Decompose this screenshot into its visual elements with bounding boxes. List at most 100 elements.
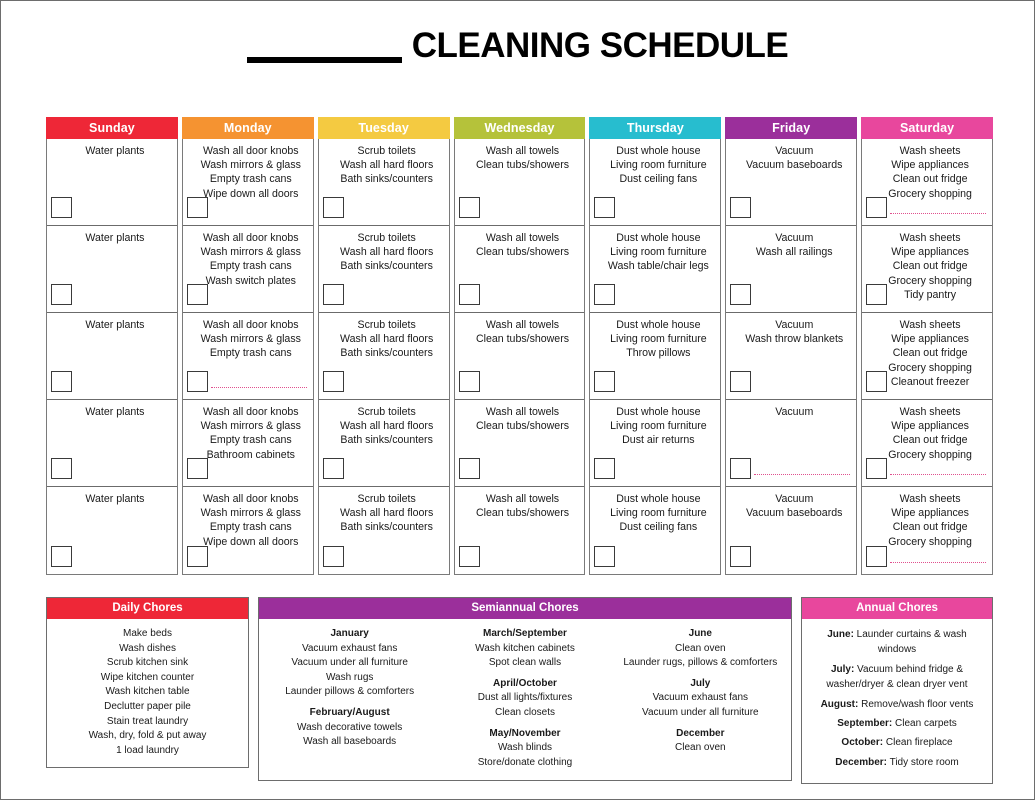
task-list: Wash all door knobs Wash mirrors & glass E… bbox=[188, 492, 308, 549]
task-checkbox[interactable] bbox=[866, 546, 888, 567]
task-checkbox[interactable] bbox=[458, 284, 480, 305]
task-item: Vacuum baseboards bbox=[746, 159, 843, 172]
day-header-friday: Friday bbox=[725, 117, 858, 139]
schedule-cell: Dust whole house Living room furniture Thr… bbox=[590, 313, 721, 400]
task-checkbox[interactable] bbox=[322, 284, 344, 305]
schedule-cell: Wash sheets Wipe appliances Clean out frid… bbox=[862, 313, 993, 400]
task-checkbox[interactable] bbox=[594, 197, 616, 218]
task-checkbox[interactable] bbox=[51, 197, 72, 218]
task-item: Wash all hard floors bbox=[340, 507, 434, 520]
annual-chores-title: Annual Chores bbox=[802, 598, 992, 619]
semiannual-chore-item: Wash all baseboards bbox=[303, 736, 397, 748]
schedule-cell: Dust whole house Living room furniture Dus… bbox=[590, 400, 721, 487]
task-list: Scrub toilets Wash all hard floors Bath si… bbox=[324, 318, 444, 361]
task-item: Wipe appliances bbox=[891, 507, 969, 520]
task-item: Wipe appliances bbox=[891, 333, 969, 346]
annual-chore-month: August: bbox=[820, 698, 859, 710]
task-checkbox[interactable] bbox=[186, 458, 208, 479]
dotted-separator bbox=[890, 474, 987, 475]
task-checkbox[interactable] bbox=[51, 284, 72, 305]
day-header-tuesday: Tuesday bbox=[317, 117, 450, 139]
task-item: Empty trash cans bbox=[209, 260, 292, 273]
day-body: Water plants Water plants Water plants Wate… bbox=[46, 139, 178, 575]
task-checkbox[interactable] bbox=[458, 458, 480, 479]
task-checkbox[interactable] bbox=[730, 546, 752, 567]
task-list: Wash all towels Clean tubs/showers bbox=[460, 231, 580, 259]
semiannual-group-heading: January bbox=[330, 628, 369, 639]
task-checkbox[interactable] bbox=[51, 546, 72, 567]
task-checkbox[interactable] bbox=[594, 546, 616, 567]
day-column-monday: Monday Wash all door knobs Wash mirrors & … bbox=[181, 117, 314, 575]
task-item: Wash mirrors & glass bbox=[200, 246, 301, 259]
task-item: Wipe down all doors bbox=[203, 535, 299, 548]
schedule-cell: Water plants bbox=[47, 400, 177, 487]
task-item: Wash all towels bbox=[485, 145, 560, 157]
task-checkbox[interactable] bbox=[458, 546, 480, 567]
task-checkbox[interactable] bbox=[186, 284, 208, 305]
task-list: Scrub toilets Wash all hard floors Bath si… bbox=[324, 405, 444, 448]
task-checkbox[interactable] bbox=[322, 458, 344, 479]
annual-chore-month: September: bbox=[837, 718, 893, 730]
task-list: Wash all door knobs Wash mirrors & glass E… bbox=[188, 318, 308, 361]
semiannual-group-heading: December bbox=[676, 727, 725, 739]
weekly-schedule-grid: Sunday Water plants Water plants Water plan… bbox=[46, 117, 994, 575]
schedule-cell: Dust whole house Living room furniture Was… bbox=[590, 226, 721, 313]
schedule-cell: Water plants bbox=[47, 313, 177, 400]
annual-chore-item: December: Tidy store room bbox=[809, 755, 985, 770]
task-checkbox[interactable] bbox=[322, 371, 344, 392]
task-checkbox[interactable] bbox=[322, 546, 344, 567]
task-list: Scrub toilets Wash all hard floors Bath si… bbox=[324, 492, 444, 535]
daily-chore-item: Make beds bbox=[123, 628, 172, 639]
task-item: Wash all door knobs bbox=[202, 493, 299, 505]
semiannual-column: June Clean oven Launder rugs, pillows & co… bbox=[614, 627, 787, 770]
semiannual-group-heading: June bbox=[688, 628, 712, 639]
task-checkbox[interactable] bbox=[186, 546, 208, 567]
task-list: Vacuum Wash throw blankets bbox=[731, 318, 851, 346]
annual-chore-month: July: bbox=[830, 663, 855, 675]
task-item: Water plants bbox=[85, 232, 145, 244]
day-body: Wash all towels Clean tubs/showers Wash al… bbox=[453, 139, 586, 575]
task-checkbox[interactable] bbox=[730, 284, 752, 305]
task-item: Wipe appliances bbox=[891, 159, 969, 172]
task-list: Vacuum Vacuum baseboards bbox=[731, 144, 851, 172]
task-checkbox[interactable] bbox=[458, 371, 480, 392]
day-column-sunday: Sunday Water plants Water plants Water plan… bbox=[46, 117, 178, 575]
semiannual-chore-item: Wash kitchen cabinets bbox=[475, 642, 575, 654]
task-checkbox[interactable] bbox=[594, 371, 616, 392]
task-checkbox[interactable] bbox=[866, 284, 888, 305]
semiannual-column: January Vacuum exhaust fans Vacuum under a… bbox=[263, 627, 436, 770]
task-item: Bath sinks/counters bbox=[340, 260, 433, 273]
task-item: Dust air returns bbox=[622, 434, 695, 447]
task-checkbox[interactable] bbox=[186, 197, 208, 218]
semiannual-column: March/September Wash kitchen cabinets Spot… bbox=[438, 627, 611, 770]
task-item: Wash sheets bbox=[899, 145, 961, 157]
daily-chore-item: Wash, dry, fold & put away bbox=[88, 730, 207, 742]
task-item: Grocery shopping bbox=[888, 535, 972, 548]
task-checkbox[interactable] bbox=[730, 371, 752, 392]
daily-chore-item: Wash dishes bbox=[119, 642, 176, 654]
task-checkbox[interactable] bbox=[866, 371, 888, 392]
task-checkbox[interactable] bbox=[594, 458, 616, 479]
task-checkbox[interactable] bbox=[730, 458, 752, 479]
task-checkbox[interactable] bbox=[51, 371, 72, 392]
task-list: Dust whole house Living room furniture Dus… bbox=[595, 492, 715, 535]
task-item: Scrub toilets bbox=[357, 319, 416, 331]
task-checkbox[interactable] bbox=[594, 284, 616, 305]
task-list: Wash sheets Wipe appliances Clean out frid… bbox=[867, 492, 987, 549]
task-checkbox[interactable] bbox=[186, 371, 208, 392]
task-checkbox[interactable] bbox=[322, 197, 344, 218]
task-checkbox[interactable] bbox=[866, 197, 888, 218]
annual-chore-month: October: bbox=[841, 737, 884, 749]
task-checkbox[interactable] bbox=[866, 458, 888, 479]
schedule-cell: Wash sheets Wipe appliances Clean out frid… bbox=[862, 487, 992, 574]
schedule-cell: Scrub toilets Wash all hard floors Bath si… bbox=[318, 400, 449, 487]
task-checkbox[interactable] bbox=[458, 197, 480, 218]
task-item: Clean tubs/showers bbox=[475, 420, 570, 433]
task-checkbox[interactable] bbox=[730, 197, 752, 218]
task-list: Water plants bbox=[52, 318, 172, 332]
task-item: Wash sheets bbox=[899, 493, 961, 505]
semiannual-group-heading: July bbox=[690, 677, 711, 689]
annual-chore-item: July: Vacuum behind fridge & washer/drye… bbox=[809, 662, 985, 693]
task-item: Wash all hard floors bbox=[340, 333, 434, 346]
task-checkbox[interactable] bbox=[51, 458, 72, 479]
